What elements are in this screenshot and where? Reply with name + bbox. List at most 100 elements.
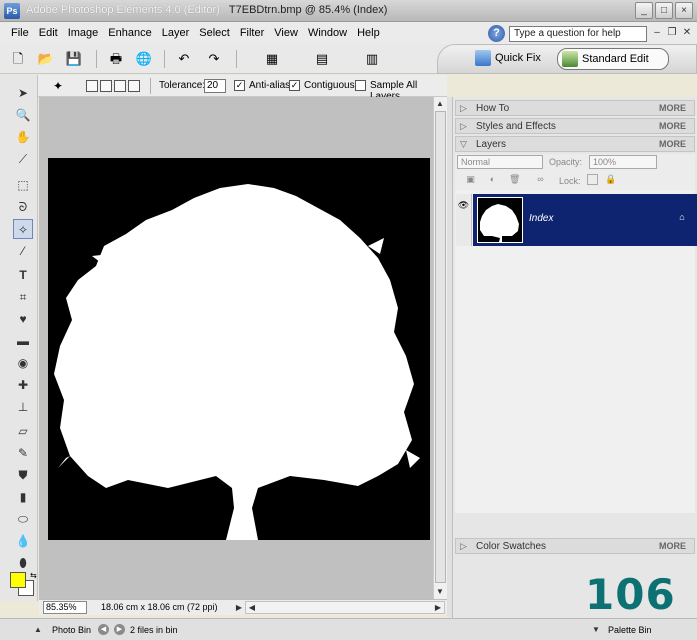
- palette-bin-toggle-icon[interactable]: ▼: [590, 624, 602, 636]
- menu-view[interactable]: View: [269, 22, 303, 44]
- open-folder-icon[interactable]: 📂: [36, 49, 56, 69]
- menu-enhance[interactable]: Enhance: [103, 22, 156, 44]
- healing-brush-tool-icon[interactable]: ✚: [13, 375, 33, 395]
- blend-mode-select[interactable]: Normal: [457, 155, 543, 169]
- photo-bin-label[interactable]: Photo Bin: [52, 625, 91, 635]
- palette-layers[interactable]: ▽ Layers MORE: [455, 136, 695, 152]
- eraser-tool-icon[interactable]: ▱: [13, 421, 33, 441]
- palette-bin-label[interactable]: Palette Bin: [608, 625, 652, 635]
- straighten-tool-icon[interactable]: ▬: [13, 331, 33, 351]
- menu-help[interactable]: Help: [352, 22, 385, 44]
- swap-colors-icon[interactable]: ⇆: [30, 571, 37, 580]
- foreground-color-swatch[interactable]: [10, 572, 26, 588]
- adjustment-layer-icon[interactable]: ◐: [487, 174, 498, 185]
- new-selection-icon[interactable]: [86, 80, 98, 92]
- more-button[interactable]: MORE: [659, 121, 686, 131]
- type-tool-icon[interactable]: T: [13, 265, 33, 285]
- print-icon[interactable]: 🖶: [106, 49, 126, 69]
- blur-tool-icon[interactable]: 💧: [13, 531, 33, 551]
- move-tool-icon[interactable]: ➤: [13, 83, 33, 103]
- tolerance-input[interactable]: 20: [204, 79, 226, 93]
- opacity-input[interactable]: 100%: [589, 155, 657, 169]
- help-icon[interactable]: ?: [488, 25, 505, 42]
- layer-row-index[interactable]: Index ⌂: [473, 194, 697, 246]
- scroll-right-icon[interactable]: ▶: [432, 602, 444, 614]
- more-button[interactable]: MORE: [659, 139, 686, 149]
- new-layer-icon[interactable]: ▣: [465, 174, 476, 185]
- date-view-icon[interactable]: ▤: [312, 49, 332, 69]
- maximize-button[interactable]: □: [655, 2, 673, 19]
- horizontal-scrollbar[interactable]: ◀ ▶: [245, 601, 445, 614]
- hand-tool-icon[interactable]: ✋: [13, 127, 33, 147]
- doc-close-icon[interactable]: ✕: [681, 26, 693, 39]
- image-canvas[interactable]: [48, 158, 430, 540]
- red-eye-tool-icon[interactable]: ◉: [13, 353, 33, 373]
- palette-color-swatches[interactable]: ▷ Color Swatches MORE: [455, 538, 695, 554]
- previous-photo-icon[interactable]: ◀: [98, 624, 109, 635]
- tree-silhouette: [54, 184, 420, 540]
- menu-file[interactable]: File: [6, 22, 34, 44]
- magic-wand-tool-icon[interactable]: ✧: [13, 219, 33, 239]
- more-button[interactable]: MORE: [659, 541, 686, 551]
- more-button[interactable]: MORE: [659, 103, 686, 113]
- scroll-left-icon[interactable]: ◀: [246, 602, 258, 614]
- window-title: Adobe Photoshop Elements 4.0 (Editor) T7…: [26, 4, 387, 16]
- contiguous-checkbox[interactable]: ✓: [289, 80, 300, 91]
- undo-icon[interactable]: ↶: [174, 49, 194, 69]
- gradient-tool-icon[interactable]: ▮: [13, 487, 33, 507]
- online-services-icon[interactable]: 🌐: [134, 49, 154, 69]
- menu-image[interactable]: Image: [63, 22, 104, 44]
- menu-layer[interactable]: Layer: [157, 22, 195, 44]
- help-search-input[interactable]: Type a question for help: [509, 26, 647, 42]
- marquee-tool-icon[interactable]: ⬚: [13, 175, 33, 195]
- crop-tool-icon[interactable]: ⌗: [13, 287, 33, 307]
- menu-filter[interactable]: Filter: [235, 22, 269, 44]
- delete-layer-icon[interactable]: 🗑: [509, 174, 520, 185]
- save-icon[interactable]: 💾: [64, 49, 84, 69]
- vertical-scrollbar[interactable]: ▲ ▼: [433, 97, 447, 599]
- lock-all-icon[interactable]: 🔒: [605, 174, 616, 185]
- photo-browser-icon[interactable]: ▦: [262, 49, 282, 69]
- anti-alias-checkbox[interactable]: ✓: [234, 80, 245, 91]
- photo-bin-toggle-icon[interactable]: ▲: [32, 624, 44, 636]
- layer-lock-icon: ⌂: [679, 212, 685, 222]
- selection-brush-tool-icon[interactable]: ⁄: [13, 241, 33, 261]
- palette-styles-effects[interactable]: ▷ Styles and Effects MORE: [455, 118, 695, 134]
- doc-restore-icon[interactable]: ❐: [666, 26, 678, 39]
- sponge-tool-icon[interactable]: ⬮: [13, 553, 33, 573]
- lasso-tool-icon[interactable]: ᘐ: [13, 197, 33, 217]
- menu-edit[interactable]: Edit: [34, 22, 63, 44]
- cookie-cutter-tool-icon[interactable]: ♥: [13, 309, 33, 329]
- minimize-button[interactable]: _: [635, 2, 653, 19]
- zoom-level-field[interactable]: 85.35%: [43, 601, 87, 614]
- eyedropper-tool-icon[interactable]: ⟋: [13, 149, 33, 169]
- menu-window[interactable]: Window: [303, 22, 352, 44]
- sample-all-layers-checkbox[interactable]: [355, 80, 366, 91]
- zoom-tool-icon[interactable]: 🔍: [13, 105, 33, 125]
- quick-fix-button[interactable]: Quick Fix: [471, 48, 549, 70]
- link-layers-icon[interactable]: ∞: [535, 174, 546, 185]
- standard-edit-button[interactable]: Standard Edit: [557, 48, 669, 70]
- palette-how-to[interactable]: ▷ How To MORE: [455, 100, 695, 116]
- clone-stamp-tool-icon[interactable]: ⊥: [13, 397, 33, 417]
- doc-minimize-icon[interactable]: –: [651, 26, 663, 39]
- scroll-down-icon[interactable]: ▼: [434, 586, 446, 598]
- lock-transparency-icon[interactable]: [587, 174, 598, 185]
- new-file-icon[interactable]: 🗋: [8, 49, 28, 69]
- add-selection-icon[interactable]: [100, 80, 112, 92]
- shape-tool-icon[interactable]: ⬭: [13, 509, 33, 529]
- layers-list: 👁 Index ⌂: [455, 190, 697, 513]
- status-menu-arrow-icon[interactable]: ▶: [233, 602, 245, 614]
- scroll-up-icon[interactable]: ▲: [434, 98, 446, 110]
- redo-icon[interactable]: ↷: [204, 49, 224, 69]
- menu-select[interactable]: Select: [194, 22, 235, 44]
- create-icon[interactable]: ▥: [362, 49, 382, 69]
- intersect-selection-icon[interactable]: [128, 80, 140, 92]
- close-button[interactable]: ×: [675, 2, 693, 19]
- paint-bucket-tool-icon[interactable]: ⛊: [13, 465, 33, 485]
- visibility-eye-icon[interactable]: 👁: [456, 194, 472, 246]
- brush-tool-icon[interactable]: ✎: [13, 443, 33, 463]
- next-photo-icon[interactable]: ▶: [114, 624, 125, 635]
- subtract-selection-icon[interactable]: [114, 80, 126, 92]
- vertical-scroll-thumb[interactable]: [435, 111, 446, 583]
